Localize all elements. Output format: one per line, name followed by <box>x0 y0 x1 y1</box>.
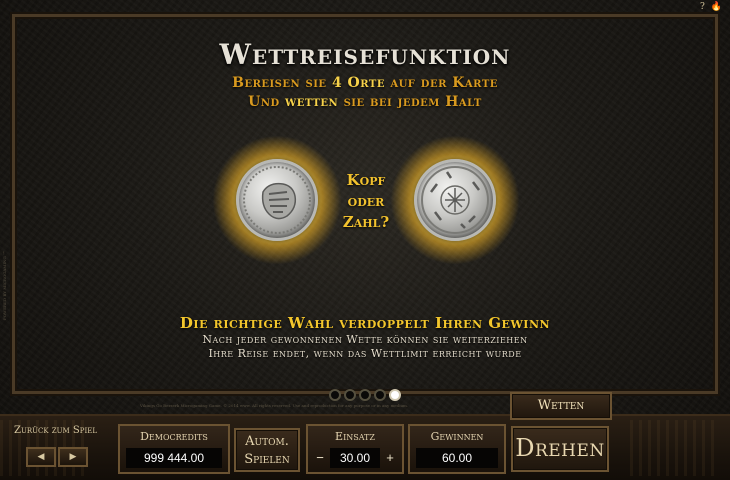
page-dot[interactable] <box>344 389 356 401</box>
gamble-button[interactable]: Wetten <box>510 392 612 420</box>
tails-coin-face <box>414 159 496 241</box>
win-value: 60.00 <box>416 448 498 468</box>
top-icons: ? 🔥 <box>700 2 722 12</box>
subtitle-1-post: auf der Karte <box>384 75 498 91</box>
page-dot[interactable] <box>329 389 341 401</box>
prev-page-button[interactable]: ◀ <box>26 447 56 467</box>
hand-emblem-icon <box>243 166 311 234</box>
win-label: Gewinnen <box>430 430 484 443</box>
question-line-3: Zahl? <box>342 213 390 231</box>
credits-panel: Democredits 999 444.00 <box>118 424 230 474</box>
bar-ornament-right <box>630 420 720 476</box>
next-page-button[interactable]: ▶ <box>58 447 88 467</box>
win-panel: Gewinnen 60.00 <box>408 424 506 474</box>
flame-icon[interactable]: 🔥 <box>711 2 722 12</box>
page-dot[interactable] <box>374 389 386 401</box>
bet-decrease-button[interactable]: − <box>312 448 328 468</box>
copyright-text: Vikings Go Berzerk Microgaming Game. © 2… <box>140 403 409 408</box>
heads-or-tails-question: Kopf oder Zahl? <box>330 170 402 233</box>
subtitle-2-pre: Und <box>248 94 286 110</box>
autoplay-label-1: Autom. <box>245 434 289 449</box>
bet-label: Einsatz <box>335 430 375 443</box>
back-to-game-label[interactable]: Zurück zum Spiel <box>14 425 97 436</box>
page-dot-active[interactable] <box>389 389 401 401</box>
question-line-1: Kopf <box>346 171 386 189</box>
note-line-1: Nach jeder gewonnenen Wette können sie w… <box>202 333 528 346</box>
page-title: Wettreisefunktion <box>219 38 511 71</box>
side-legal-text: POWERED BY MICROGAMING ™ <box>2 251 7 320</box>
subtitle-line-2: Und wetten sie bei jedem Halt <box>0 94 730 110</box>
autoplay-button[interactable]: Autom. Spielen <box>234 428 300 472</box>
page-dot[interactable] <box>359 389 371 401</box>
result-heading: Die richtige Wahl verdoppelt Ihren Gewin… <box>179 314 551 332</box>
tails-coin <box>390 135 520 265</box>
game-stage: ? 🔥 Wettreisefunktion Bereisen sie 4 Ort… <box>0 0 730 480</box>
runic-inscription-icon <box>421 166 489 234</box>
spin-button[interactable]: Drehen <box>511 426 609 472</box>
bet-increase-button[interactable]: + <box>382 448 398 468</box>
credits-value: 999 444.00 <box>126 448 222 468</box>
autoplay-label-2: Spielen <box>244 452 290 467</box>
credits-label: Democredits <box>140 430 208 443</box>
question-line-2: oder <box>347 192 385 210</box>
bet-panel: Einsatz − 30.00 + <box>306 424 404 474</box>
help-icon[interactable]: ? <box>700 2 705 12</box>
subtitle-1-pre: Bereisen sie <box>232 75 332 91</box>
heads-coin <box>212 135 342 265</box>
heads-coin-face <box>236 159 318 241</box>
page-indicator <box>329 389 401 401</box>
subtitle-2-post: sie bei jedem Halt <box>338 94 482 110</box>
subtitle-1-highlight: 4 Orte <box>331 75 385 91</box>
note-line-2: Ihre Reise endet, wenn das Wettlimit err… <box>208 347 522 360</box>
page-nav: ◀ ▶ <box>26 447 88 467</box>
subtitle-line-1: Bereisen sie 4 Orte auf der Karte <box>0 75 730 91</box>
subtitle-2-highlight: wetten <box>285 94 339 110</box>
bet-value: 30.00 <box>330 448 380 468</box>
